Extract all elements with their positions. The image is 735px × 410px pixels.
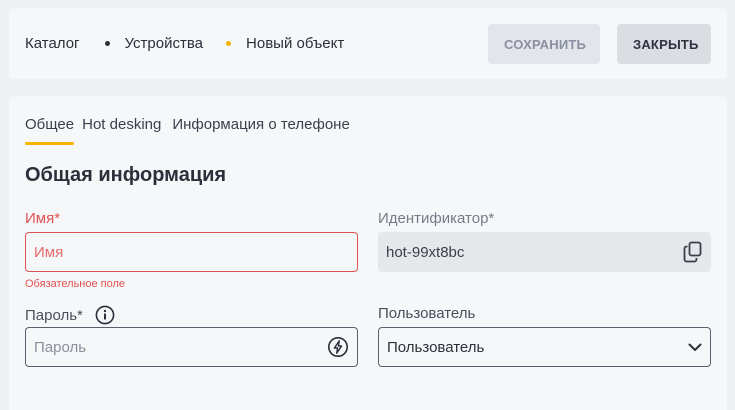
tab-general[interactable]: Общее [25,116,75,145]
password-placeholder: Пароль [34,338,87,356]
close-button[interactable]: ЗАКРЫТЬ [617,24,711,64]
chevron-down-icon[interactable] [688,343,702,352]
identifier-value: hot-99xt8bc [386,243,465,261]
generate-password-icon[interactable] [327,336,349,358]
name-input[interactable]: Имя [25,232,358,272]
breadcrumb: Каталог Устройства Новый объект [25,35,344,52]
name-placeholder: Имя [34,243,64,261]
user-label: Пользователь [378,305,476,322]
name-error-text: Обязательное поле [25,278,126,290]
info-icon[interactable] [95,305,115,325]
save-button[interactable]: СОХРАНИТЬ [488,24,600,64]
tab-phone-info[interactable]: Информация о телефоне [172,116,349,145]
tab-hot-desking[interactable]: Hot desking [82,116,161,145]
breadcrumb-current: Новый объект [246,35,345,52]
identifier-label: Идентификатор* [378,210,495,227]
breadcrumb-separator-current [226,41,232,46]
header-bar: Каталог Устройства Новый объект СОХРАНИТ… [9,8,727,79]
copy-icon[interactable] [683,241,703,263]
name-label: Имя* [25,210,61,227]
password-label-row: Пароль* [25,305,115,325]
user-selected-value: Пользователь [387,338,485,356]
password-input[interactable]: Пароль [25,327,358,367]
breadcrumb-catalog[interactable]: Каталог [25,35,80,52]
tab-bar: Общее Hot desking Информация о телефоне [25,116,360,145]
header-actions: СОХРАНИТЬ ЗАКРЫТЬ [488,24,711,64]
breadcrumb-separator [104,41,110,46]
password-label: Пароль* [25,306,83,324]
form-card: Общее Hot desking Информация о телефоне … [9,96,727,410]
identifier-field: hot-99xt8bc [378,232,711,272]
user-select[interactable]: Пользователь [378,327,711,367]
breadcrumb-devices[interactable]: Устройства [125,35,203,52]
section-title: Общая информация [25,164,227,186]
